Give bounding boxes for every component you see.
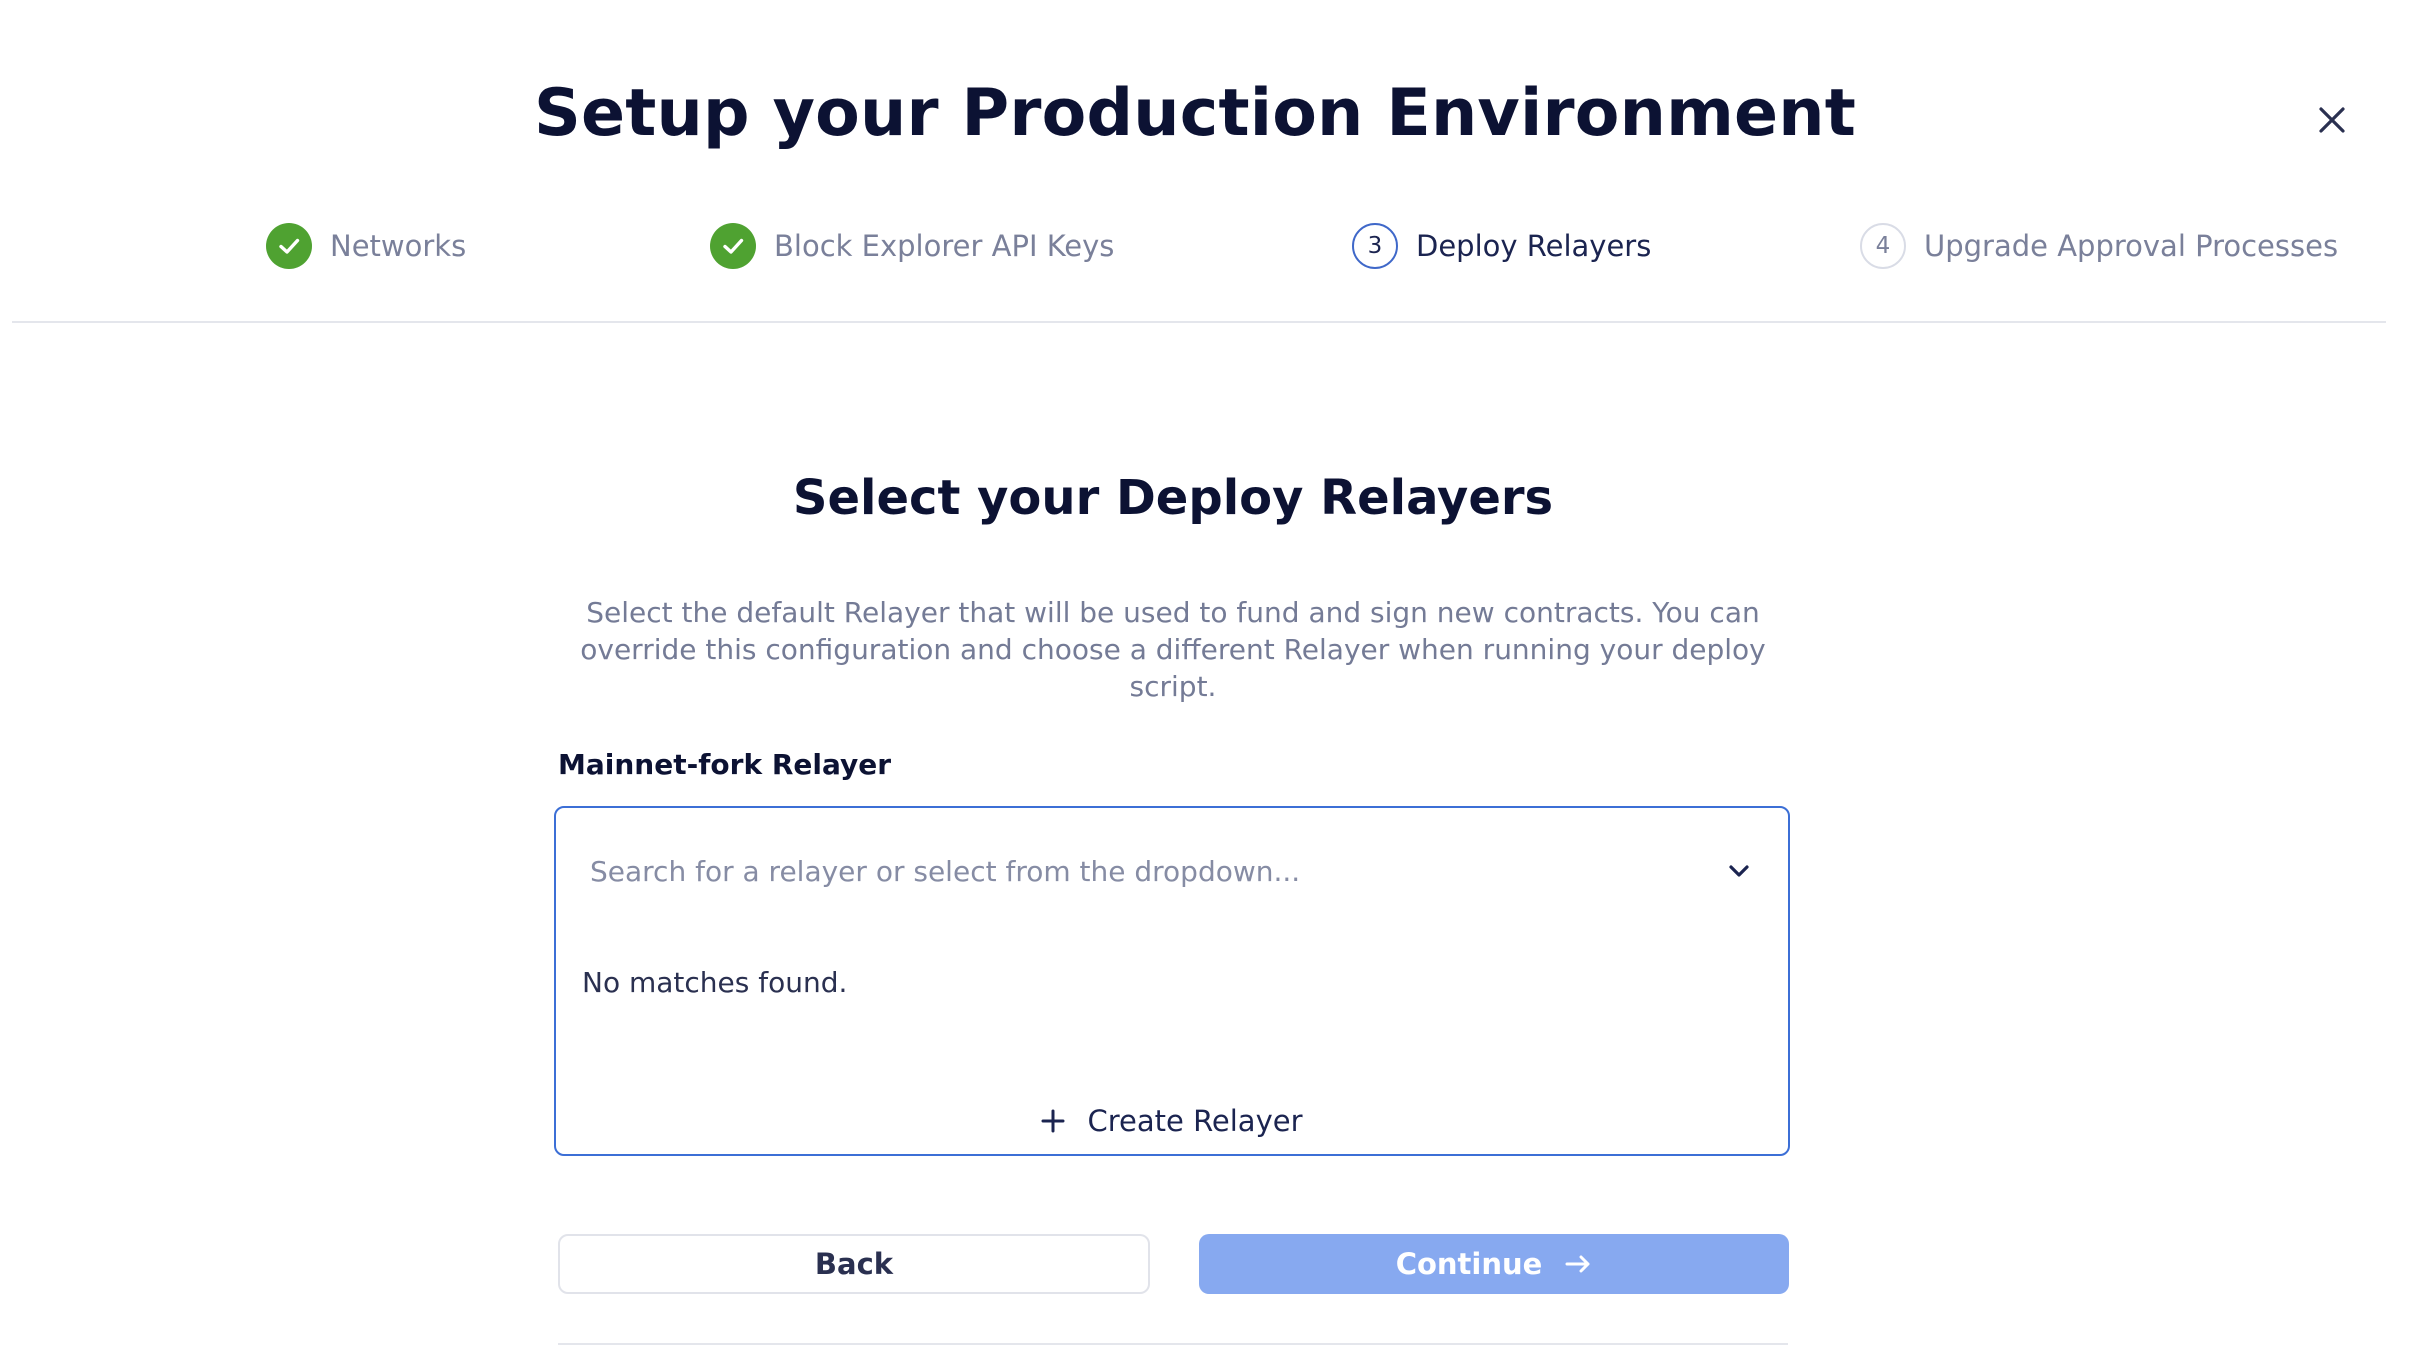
back-button[interactable]: Back	[558, 1234, 1150, 1294]
step-upgrade-approval-processes[interactable]: 4 Upgrade Approval Processes	[1860, 220, 2338, 272]
check-circle-icon	[266, 223, 312, 269]
continue-label: Continue	[1395, 1247, 1543, 1281]
relayer-field-label: Mainnet-fork Relayer	[558, 748, 892, 781]
close-icon	[2319, 107, 2345, 133]
step-networks[interactable]: Networks	[266, 220, 466, 272]
plus-icon	[1041, 1109, 1065, 1133]
step-label: Upgrade Approval Processes	[1924, 229, 2339, 263]
step-deploy-relayers[interactable]: 3 Deploy Relayers	[1352, 220, 1651, 272]
check-circle-icon	[710, 223, 756, 269]
step-number: 4	[1860, 223, 1906, 269]
step-block-explorer-api-keys[interactable]: Block Explorer API Keys	[710, 220, 1114, 272]
continue-button[interactable]: Continue	[1199, 1234, 1789, 1294]
relayer-search-input[interactable]	[590, 846, 1670, 896]
setup-stepper: Networks Block Explorer API Keys 3 Deplo…	[0, 220, 2410, 272]
relayer-combobox: No matches found. Create Relayer	[554, 806, 1790, 1156]
arrow-right-icon	[1565, 1255, 1590, 1273]
bottom-divider	[558, 1343, 1788, 1345]
section-title: Select your Deploy Relayers	[792, 470, 1554, 526]
page-title: Setup your Production Environment	[533, 76, 1857, 151]
step-label: Deploy Relayers	[1416, 229, 1652, 263]
create-relayer-button[interactable]: Create Relayer	[556, 1098, 1788, 1144]
create-relayer-label: Create Relayer	[1087, 1104, 1303, 1138]
step-label: Block Explorer API Keys	[774, 229, 1115, 263]
step-number: 3	[1352, 223, 1398, 269]
stepper-divider	[12, 321, 2386, 323]
close-button[interactable]	[2312, 100, 2352, 140]
step-label: Networks	[330, 229, 467, 263]
chevron-down-icon[interactable]	[1724, 856, 1754, 886]
section-description: Select the default Relayer that will be …	[580, 596, 1766, 703]
empty-results-message: No matches found.	[582, 966, 848, 999]
